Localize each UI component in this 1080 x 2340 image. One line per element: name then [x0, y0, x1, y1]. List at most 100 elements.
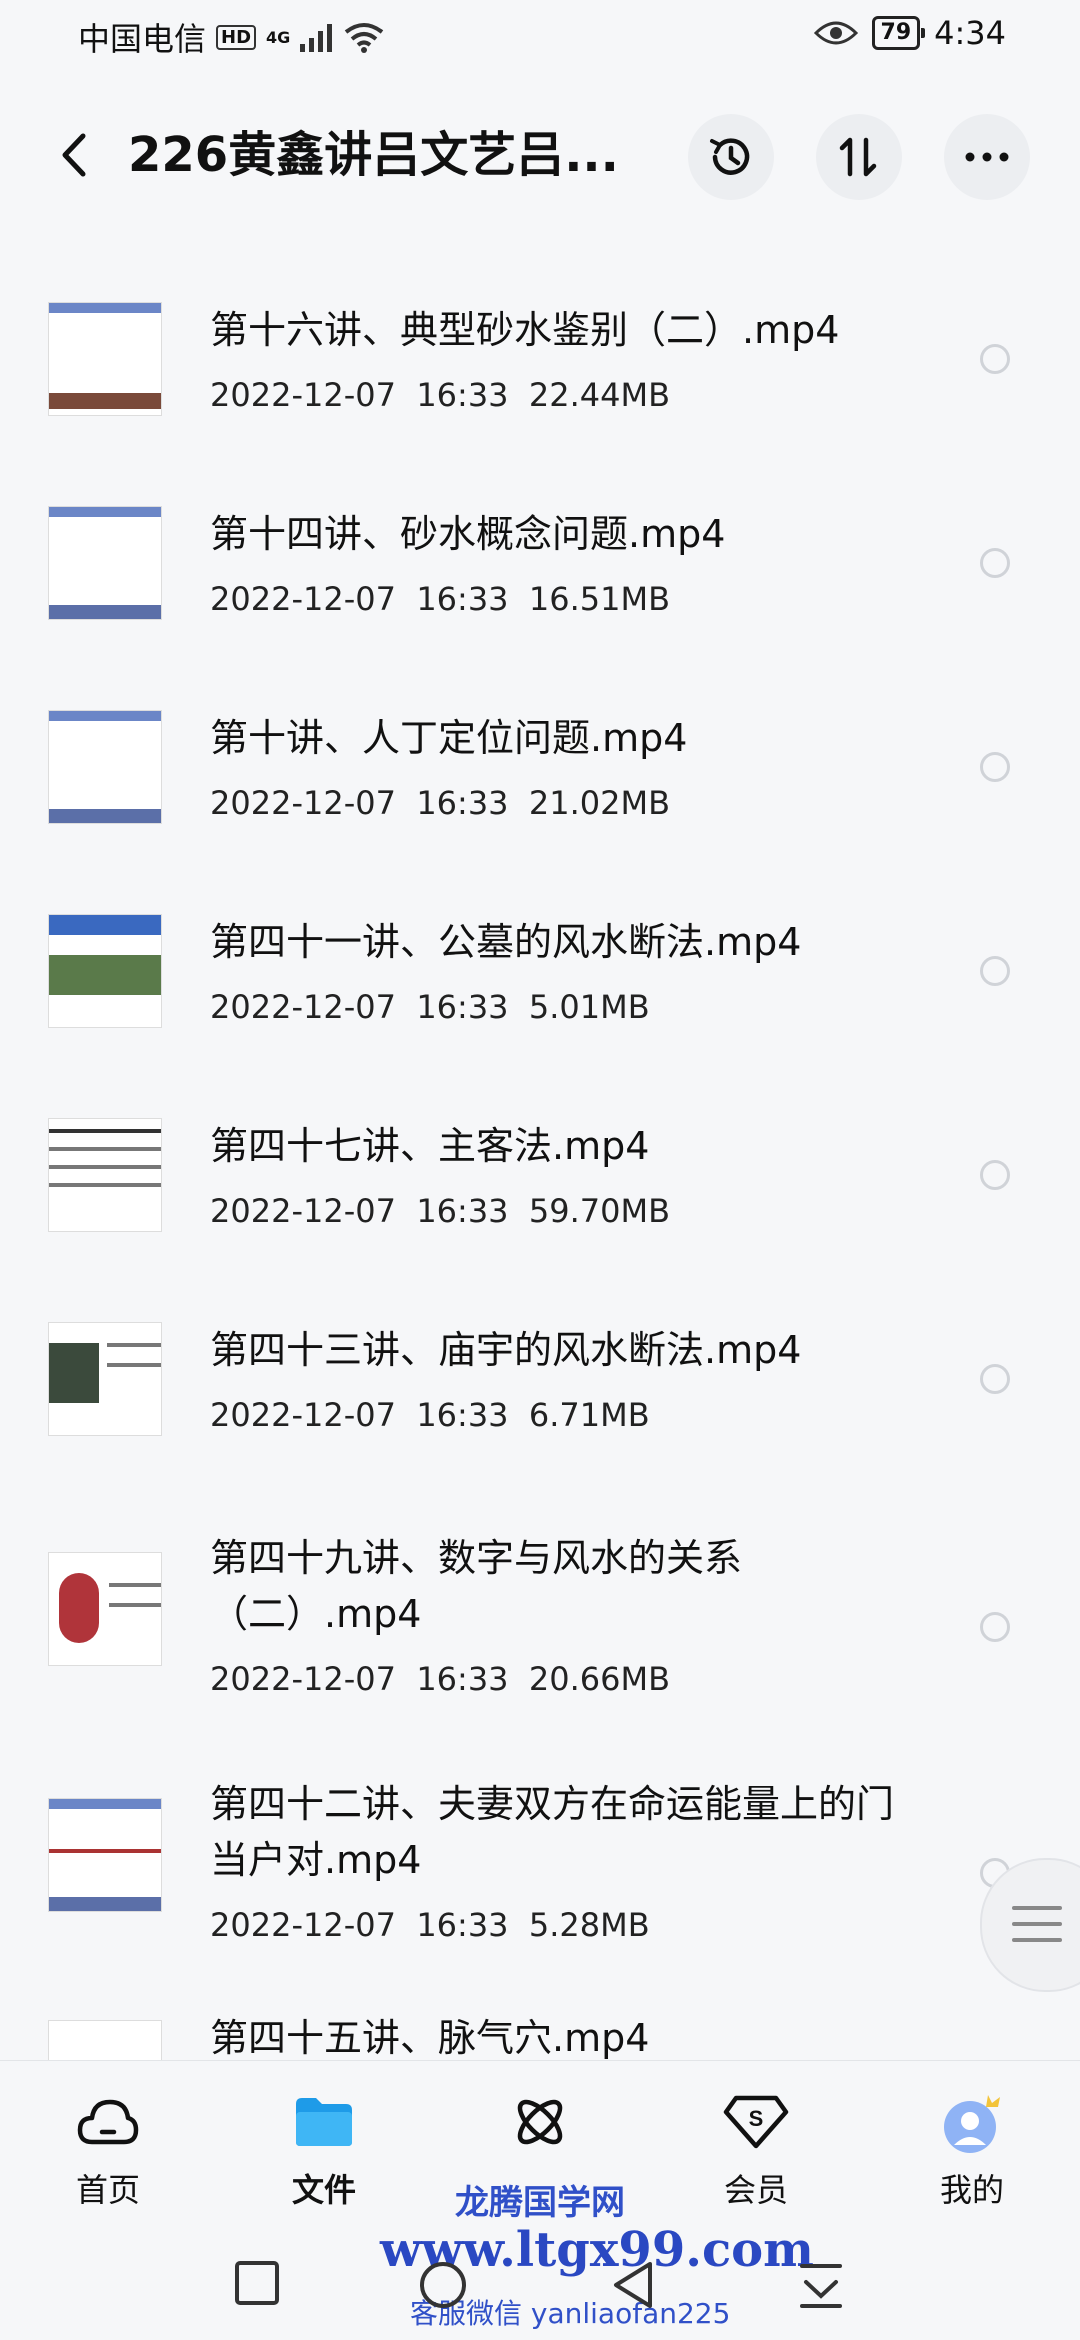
list-item[interactable]: 第四十七讲、主客法.mp4 2022-12-07 16:33 59.70MB	[0, 1096, 1080, 1246]
list-item[interactable]: 第四十一讲、公墓的风水断法.mp4 2022-12-07 16:33 5.01M…	[0, 892, 1080, 1042]
status-right: 79 4:34	[813, 14, 1006, 52]
avatar-icon	[944, 2095, 1000, 2153]
status-left: 中国电信 HD 4G	[78, 14, 384, 60]
cloud-icon	[77, 2099, 139, 2145]
file-time: 16:33	[416, 1660, 509, 1698]
file-date: 2022-12-07	[210, 988, 396, 1026]
select-radio[interactable]	[980, 548, 1010, 578]
list-item[interactable]: 第十讲、人丁定位问题.mp4 2022-12-07 16:33 21.02MB	[0, 688, 1080, 838]
tab-label: 会员	[723, 2171, 788, 2209]
file-name: 第四十七讲、主客法.mp4	[210, 1124, 650, 1168]
file-time: 16:33	[416, 1396, 509, 1434]
back-nav-button[interactable]	[610, 2260, 656, 2314]
tab-home[interactable]: 首页	[28, 2091, 188, 2211]
file-size: 5.01MB	[528, 988, 650, 1026]
file-time: 16:33	[416, 988, 509, 1026]
folder-icon	[296, 2098, 352, 2146]
tab-label: 首页	[75, 2171, 140, 2209]
file-name: 第十六讲、典型砂水鉴别（二）.mp4	[210, 308, 840, 352]
header: 226黄鑫讲吕文艺吕...	[0, 100, 1080, 210]
select-radio[interactable]	[980, 1160, 1010, 1190]
watermark-site-name: 龙腾国学网	[455, 2183, 625, 2223]
tab-label: 我的	[939, 2171, 1004, 2209]
file-name: 第四十九讲、数字与风水的关系（二）.mp4	[210, 1536, 743, 1636]
file-date: 2022-12-07	[210, 1396, 396, 1434]
video-thumbnail	[48, 1118, 162, 1232]
file-size: 6.71MB	[528, 1396, 650, 1434]
back-button[interactable]	[44, 120, 104, 190]
file-meta: 2022-12-07 16:33 5.01MB	[210, 988, 650, 1026]
tab-label: 文件	[291, 2171, 356, 2209]
select-radio[interactable]	[980, 1364, 1010, 1394]
select-radio[interactable]	[980, 752, 1010, 782]
file-meta: 2022-12-07 16:33 21.02MB	[210, 784, 670, 822]
square-icon	[235, 2261, 279, 2305]
list-item[interactable]: 第十四讲、砂水概念问题.mp4 2022-12-07 16:33 16.51MB	[0, 484, 1080, 634]
file-date: 2022-12-07	[210, 1192, 396, 1230]
list-item[interactable]: 第四十三讲、庙宇的风水断法.mp4 2022-12-07 16:33 6.71M…	[0, 1300, 1080, 1450]
file-size: 22.44MB	[528, 376, 671, 414]
atom-icon	[517, 2099, 563, 2145]
more-icon	[965, 152, 1009, 162]
file-size: 20.66MB	[528, 1660, 671, 1698]
file-size: 59.70MB	[528, 1192, 671, 1230]
file-meta: 2022-12-07 16:33 16.51MB	[210, 580, 670, 618]
select-radio[interactable]	[980, 344, 1010, 374]
file-date: 2022-12-07	[210, 1660, 396, 1698]
list-item[interactable]: 第四十二讲、夫妻双方在命运能量上的门当户对.mp4 2022-12-07 16:…	[0, 1776, 1080, 1966]
sort-button[interactable]	[816, 114, 902, 200]
video-thumbnail	[48, 914, 162, 1028]
file-date: 2022-12-07	[210, 376, 396, 414]
video-thumbnail	[48, 1322, 162, 1436]
recent-apps-button[interactable]	[234, 2260, 280, 2310]
file-name: 第十讲、人丁定位问题.mp4	[210, 716, 688, 760]
tab-vip[interactable]: S 会员	[676, 2091, 836, 2211]
file-time: 16:33	[416, 784, 509, 822]
video-thumbnail	[48, 2020, 162, 2060]
file-time: 16:33	[416, 376, 509, 414]
home-button[interactable]	[418, 2260, 468, 2314]
eye-icon	[813, 21, 858, 45]
video-thumbnail	[48, 302, 162, 416]
hd-badge: HD	[216, 24, 257, 50]
file-date: 2022-12-07	[210, 784, 396, 822]
file-name: 第四十三讲、庙宇的风水断法.mp4	[210, 1328, 802, 1372]
tab-profile[interactable]: 我的	[892, 2091, 1052, 2211]
history-button[interactable]	[688, 114, 774, 200]
select-radio[interactable]	[980, 1612, 1010, 1642]
triangle-back-icon	[614, 2262, 652, 2308]
file-name: 第四十五讲、脉气穴.mp4	[210, 2016, 650, 2060]
hide-nav-button[interactable]	[798, 2260, 844, 2314]
clock: 4:34	[934, 14, 1006, 52]
file-time: 16:33	[416, 580, 509, 618]
list-item[interactable]: 第四十五讲、脉气穴.mp4	[0, 2016, 1080, 2060]
file-meta: 2022-12-07 16:33 20.66MB	[210, 1660, 670, 1698]
network-type: 4G	[266, 27, 291, 47]
video-thumbnail	[48, 710, 162, 824]
tab-files[interactable]: 文件	[244, 2091, 404, 2211]
thumbnail-image	[59, 1573, 99, 1643]
carrier-label: 中国电信	[78, 20, 207, 58]
system-nav-bar	[0, 2240, 1080, 2340]
list-item[interactable]: 第十六讲、典型砂水鉴别（二）.mp4 2022-12-07 16:33 22.4…	[0, 280, 1080, 430]
wifi-icon	[345, 23, 384, 53]
file-name: 第四十二讲、夫妻双方在命运能量上的门当户对.mp4	[210, 1782, 895, 1882]
list-item[interactable]: 第四十九讲、数字与风水的关系（二）.mp4 2022-12-07 16:33 2…	[0, 1530, 1080, 1720]
more-button[interactable]	[944, 114, 1030, 200]
file-meta: 2022-12-07 16:33 59.70MB	[210, 1192, 670, 1230]
file-size: 21.02MB	[528, 784, 671, 822]
chevron-down-icon	[800, 2264, 842, 2308]
file-size: 16.51MB	[528, 580, 671, 618]
history-icon	[710, 138, 750, 175]
file-date: 2022-12-07	[210, 580, 396, 618]
file-name: 第四十一讲、公墓的风水断法.mp4	[210, 920, 802, 964]
page-title: 226黄鑫讲吕文艺吕...	[128, 127, 619, 183]
battery-indicator: 79	[871, 16, 925, 50]
video-thumbnail	[48, 1552, 162, 1666]
vip-diamond-icon: S	[723, 2095, 789, 2149]
svg-text:S: S	[749, 2106, 764, 2131]
select-radio[interactable]	[980, 956, 1010, 986]
file-date: 2022-12-07	[210, 1906, 396, 1944]
video-thumbnail	[48, 506, 162, 620]
thumbnail-image	[49, 1343, 99, 1403]
